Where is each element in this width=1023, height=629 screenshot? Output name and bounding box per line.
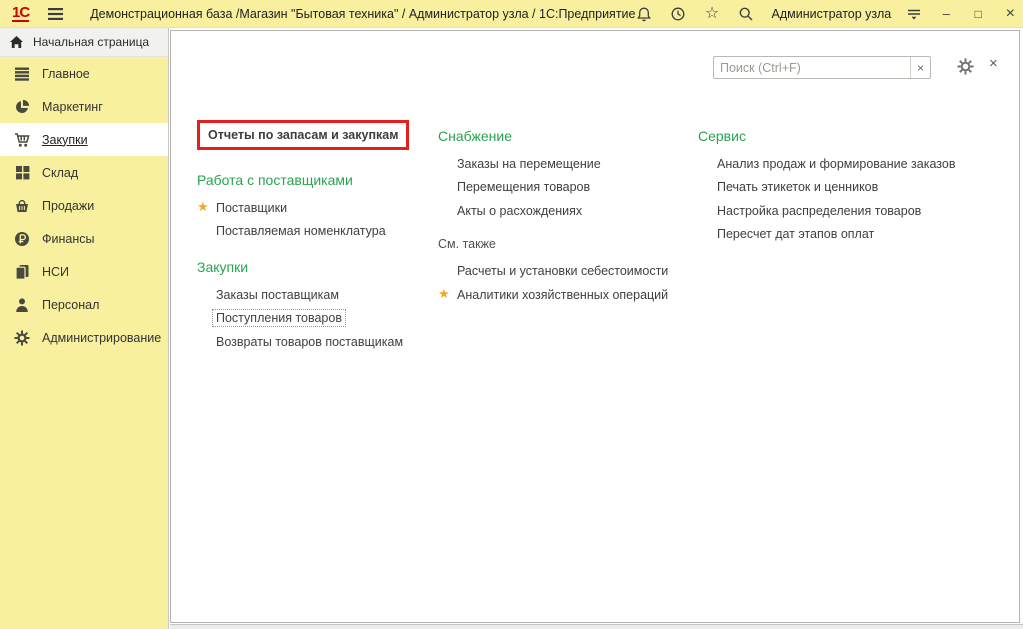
sidebar-item-nsi[interactable]: НСИ [0, 255, 168, 288]
link-pechat-etiketok-i-tsennikov[interactable]: Печать этикеток и ценников [698, 176, 1008, 200]
pages-icon [13, 264, 31, 280]
sidebar-item-zakupki[interactable]: Закупки [0, 123, 168, 156]
column-snabzhenie: Снабжение Заказы на перемещение Перемеще… [438, 128, 693, 307]
section-title-rabota-s-postavshchikami: Работа с поставщиками [197, 172, 432, 188]
section-title-zakupki: Закупки [197, 259, 432, 275]
link-label: Возвраты товаров поставщикам [216, 335, 403, 349]
sidebar-item-finansy[interactable]: Финансы [0, 222, 168, 255]
link-label: Пересчет дат этапов оплат [717, 227, 874, 241]
link-label: Заказы на перемещение [457, 157, 601, 171]
section-title-sm-takzhe: См. также [438, 237, 693, 252]
link-label: Анализ продаж и формирование заказов [717, 157, 955, 171]
sidebar-item-label: Главное [42, 67, 90, 81]
link-label: Поставляемая номенклатура [216, 224, 386, 238]
sections-panel: Главное Маркетинг Закупки Склад [0, 57, 168, 629]
section-title-servis: Сервис [698, 128, 1008, 144]
link-akty-o-raskhozhdeniyakh[interactable]: Акты о расхождениях [438, 199, 693, 223]
main-menu-icon[interactable] [47, 7, 64, 21]
search-box: × [713, 56, 931, 79]
link-nastroyka-raspredeleniya-tovarov[interactable]: Настройка распределения товаров [698, 199, 1008, 223]
link-otchety-po-zapasam-highlighted[interactable]: Отчеты по запасам и закупкам [197, 120, 409, 150]
sidebar-item-administrirovanie[interactable]: Администрирование [0, 321, 168, 354]
sidebar-item-label: Финансы [42, 232, 94, 246]
link-zakazy-postavshchikam[interactable]: Заказы поставщикам [197, 283, 432, 307]
titlebar-actions: ☆ Администратор узла – □ × [636, 5, 1023, 23]
link-label: Расчеты и установки себестоимости [457, 264, 668, 278]
service-menu-icon[interactable] [905, 5, 922, 22]
window-bottom-edge [170, 624, 1023, 629]
column-zakupki: Отчеты по запасам и закупкам Работа с по… [197, 120, 432, 354]
menu-lines-icon [13, 67, 31, 81]
sidebar-item-glavnoe[interactable]: Главное [0, 57, 168, 90]
sidebar-item-label: Администрирование [42, 331, 161, 345]
app-window: 1С Демонстрационная база /Магазин "Бытов… [0, 0, 1023, 629]
search-clear-icon[interactable]: × [910, 57, 930, 78]
link-label: Акты о расхождениях [457, 204, 582, 218]
link-label: Заказы поставщикам [216, 288, 339, 302]
current-user[interactable]: Администратор узла [772, 7, 892, 21]
link-label: Поставщики [216, 201, 287, 215]
grid-icon [13, 165, 31, 180]
left-column: Начальная страница Главное Маркетинг Зак… [0, 28, 169, 629]
sidebar-item-label: Маркетинг [42, 100, 103, 114]
link-postupleniya-tovarov-focused[interactable]: Поступления товаров [197, 307, 432, 331]
link-analitiki-khozyaystvennykh-operatsiy[interactable]: ★ Аналитики хозяйственных операций [438, 283, 693, 307]
window-title: Демонстрационная база /Магазин "Бытовая … [90, 7, 635, 21]
link-zakazy-na-peremeshchenie[interactable]: Заказы на перемещение [438, 152, 693, 176]
1c-logo: 1С [12, 5, 29, 22]
ruble-icon [13, 231, 31, 247]
search-input[interactable] [714, 57, 910, 78]
sidebar-item-sklad[interactable]: Склад [0, 156, 168, 189]
link-label: Печать этикеток и ценников [717, 180, 878, 194]
link-analiz-prodazh-i-formirovanie-zakazov[interactable]: Анализ продаж и формирование заказов [698, 152, 1008, 176]
link-vozvraty-tovarov-postavshchikam[interactable]: Возвраты товаров поставщикам [197, 330, 432, 354]
favorites-star-icon[interactable]: ☆ [704, 5, 721, 22]
tab-home-label: Начальная страница [33, 35, 149, 49]
star-icon: ★ [197, 200, 209, 213]
home-icon [9, 35, 24, 49]
gear-icon [13, 330, 31, 346]
link-raschety-i-ustanovki-sebestoimosti[interactable]: Расчеты и установки себестоимости [438, 260, 693, 284]
link-peremeshcheniya-tovarov[interactable]: Перемещения товаров [438, 176, 693, 200]
sidebar-item-label: Персонал [42, 298, 99, 312]
tab-home-page[interactable]: Начальная страница [0, 28, 168, 57]
basket-icon [13, 198, 31, 214]
column-servis: Сервис Анализ продаж и формирование зака… [698, 128, 1008, 246]
close-icon[interactable]: × [1003, 5, 1017, 23]
person-icon [13, 297, 31, 313]
sidebar-item-prodazhi[interactable]: Продажи [0, 189, 168, 222]
link-label: Настройка распределения товаров [717, 204, 921, 218]
link-label: Аналитики хозяйственных операций [457, 288, 668, 302]
search-icon[interactable] [738, 5, 755, 22]
link-pereschet-dat-etapov-oplat[interactable]: Пересчет дат этапов оплат [698, 223, 1008, 247]
maximize-icon[interactable]: □ [971, 7, 985, 21]
link-label: Перемещения товаров [457, 180, 590, 194]
sidebar-item-label: Склад [42, 166, 78, 180]
pie-chart-icon [13, 99, 31, 115]
panel-close-icon[interactable]: × [989, 55, 998, 72]
link-label: Поступления товаров [212, 309, 346, 327]
functions-panel: × × Отчеты по запасам и закупкам Работа … [170, 30, 1020, 623]
cart-icon [13, 132, 31, 148]
settings-gear-icon[interactable] [957, 58, 974, 75]
title-bar: 1С Демонстрационная база /Магазин "Бытов… [0, 0, 1023, 28]
history-icon[interactable] [670, 5, 687, 22]
star-icon: ★ [438, 287, 450, 300]
bell-icon[interactable] [636, 5, 653, 22]
sidebar-item-label: НСИ [42, 265, 69, 279]
link-postavshchiki[interactable]: ★ Поставщики [197, 196, 432, 220]
section-title-snabzhenie: Снабжение [438, 128, 693, 144]
sidebar-item-marketing[interactable]: Маркетинг [0, 90, 168, 123]
sidebar-item-label: Закупки [42, 133, 88, 147]
sidebar-item-label: Продажи [42, 199, 94, 213]
sidebar-item-personal[interactable]: Персонал [0, 288, 168, 321]
minimize-icon[interactable]: – [939, 6, 953, 21]
link-postavlyaemaya-nomenklatura[interactable]: Поставляемая номенклатура [197, 220, 432, 244]
